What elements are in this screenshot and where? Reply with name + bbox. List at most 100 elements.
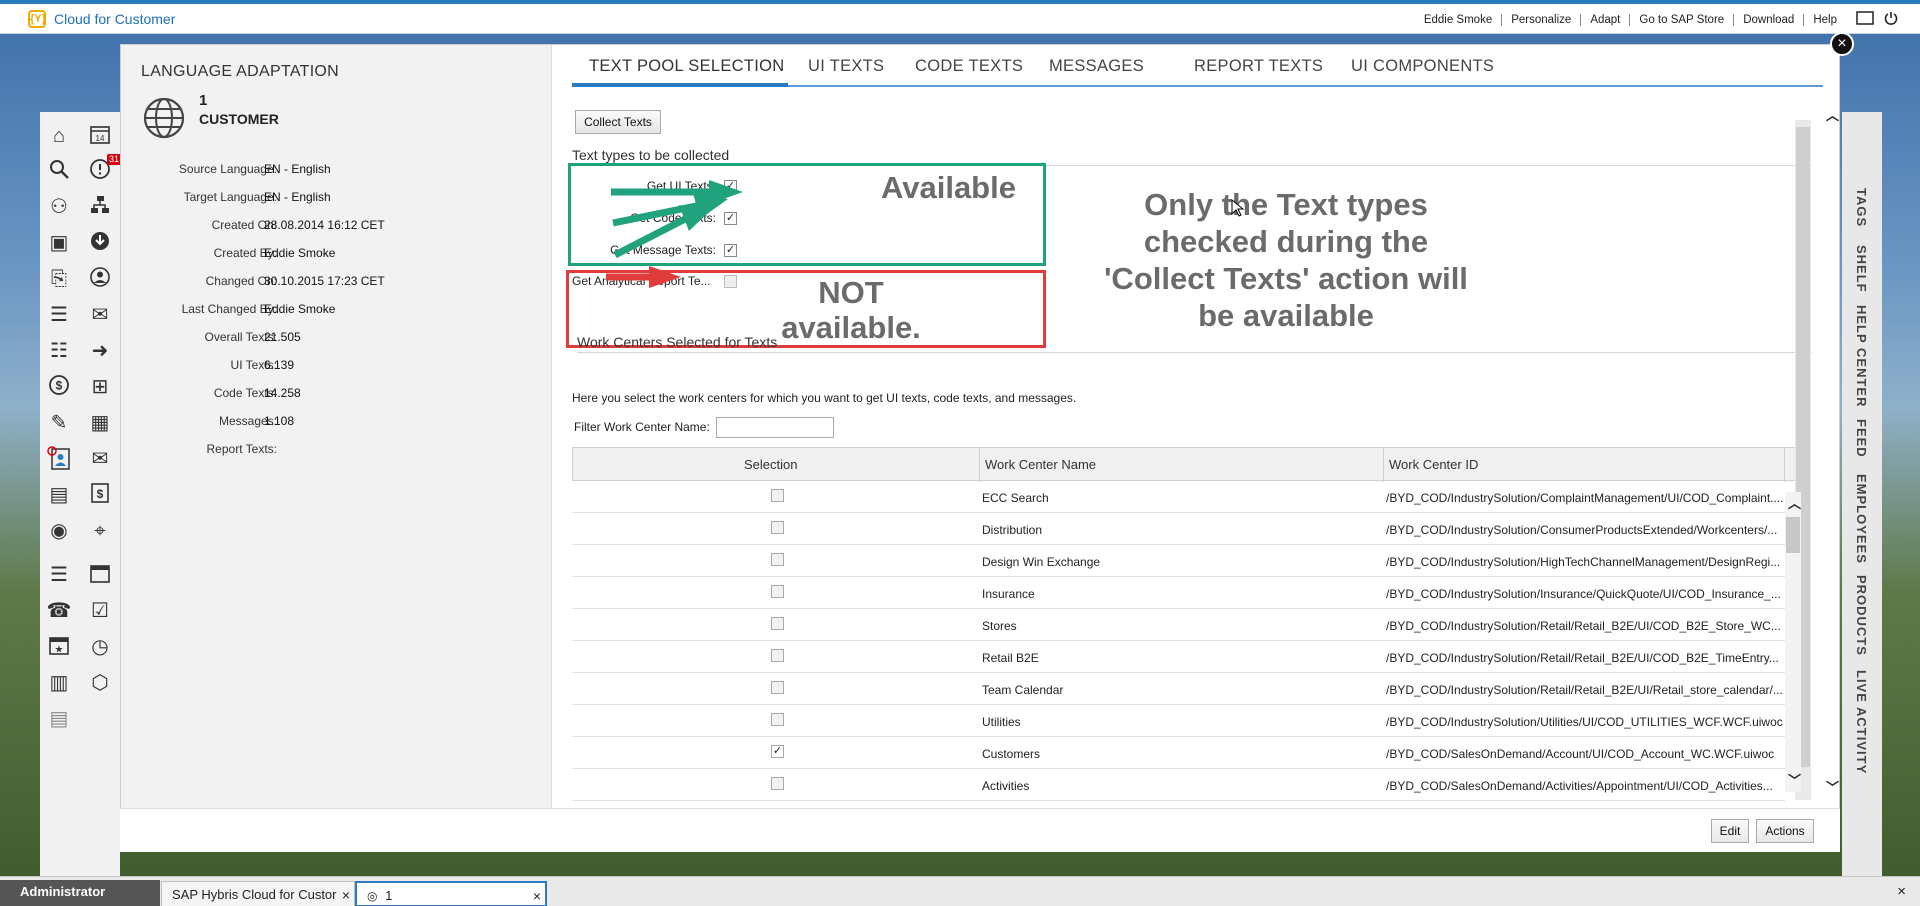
taskbar-tab-language-adaptation[interactable]: ◎ 1 × bbox=[355, 881, 547, 906]
table-scroll-down-icon[interactable]: ﹀ bbox=[1788, 770, 1801, 789]
payment-icon[interactable]: ➜ bbox=[87, 338, 113, 364]
shelf-employees[interactable]: EMPLOYEES bbox=[1854, 474, 1869, 564]
sap-logo-icon[interactable]: {Y} bbox=[28, 10, 46, 28]
history-icon[interactable]: ◷ bbox=[87, 634, 113, 660]
clipboard-icon[interactable]: ▥ bbox=[46, 670, 72, 696]
help-link[interactable]: Help bbox=[1804, 14, 1846, 26]
user-circle-icon[interactable] bbox=[87, 266, 113, 292]
window-icon[interactable] bbox=[1856, 11, 1874, 28]
table-row[interactable]: Insurance/BYD_COD/IndustrySolution/Insur… bbox=[572, 577, 1785, 609]
row-select-checkbox[interactable] bbox=[771, 617, 784, 630]
tab-code-texts[interactable]: CODE TEXTS bbox=[915, 57, 1023, 76]
close-tab-icon[interactable]: × bbox=[342, 887, 350, 903]
row-select-checkbox[interactable] bbox=[771, 649, 784, 662]
filter-work-center-input[interactable] bbox=[716, 417, 834, 438]
download-link[interactable]: Download bbox=[1734, 13, 1805, 26]
work-center-id: /BYD_COD/IndustrySolution/ConsumerProduc… bbox=[1386, 523, 1778, 537]
notebook-icon[interactable]: ▤ bbox=[46, 482, 72, 508]
power-icon[interactable] bbox=[1884, 11, 1898, 28]
row-select-checkbox[interactable]: ✓ bbox=[771, 745, 784, 758]
shelf-shelf[interactable]: SHELF bbox=[1854, 245, 1869, 293]
close-tab-icon[interactable]: × bbox=[533, 888, 541, 904]
table-scroll-up-icon[interactable]: ︿ bbox=[1788, 493, 1801, 512]
tab-messages[interactable]: MESSAGES bbox=[1049, 57, 1144, 76]
close-dialog-icon[interactable]: × bbox=[1830, 32, 1854, 56]
calendar-star-icon[interactable]: ★ bbox=[46, 634, 72, 660]
table-scrollbar-thumb[interactable] bbox=[1786, 517, 1800, 553]
document-search-icon[interactable]: ⎘ bbox=[46, 266, 72, 292]
column-work-center-id[interactable]: Work Center ID bbox=[1389, 457, 1478, 472]
list-icon[interactable]: ☰ bbox=[46, 562, 72, 588]
table-row[interactable]: Utilities/BYD_COD/IndustrySolution/Utili… bbox=[572, 705, 1785, 737]
table-row[interactable]: Team Calendar/BYD_COD/IndustrySolution/R… bbox=[572, 673, 1785, 705]
app-title[interactable]: Cloud for Customer bbox=[54, 11, 175, 27]
actions-button[interactable]: Actions bbox=[1756, 819, 1814, 843]
phone-icon[interactable]: ☎ bbox=[46, 598, 72, 624]
table-row[interactable]: ✓ Customers/BYD_COD/SalesOnDemand/Account… bbox=[572, 737, 1785, 769]
document-edit-icon[interactable]: ✎ bbox=[46, 410, 72, 436]
table-row[interactable]: Stores/BYD_COD/IndustrySolution/Retail/R… bbox=[572, 609, 1785, 641]
globe-arrow-icon[interactable]: ◉ bbox=[46, 518, 72, 544]
shelf-help-center[interactable]: HELP CENTER bbox=[1854, 305, 1869, 408]
taskbar-tab-cloud-for-customer[interactable]: SAP Hybris Cloud for Custor × bbox=[161, 881, 355, 906]
org-chart-icon[interactable] bbox=[87, 194, 113, 220]
download-icon[interactable] bbox=[87, 230, 113, 256]
content-scroll-up-icon[interactable]: ︿ bbox=[1826, 105, 1839, 124]
calendar-icon[interactable]: 14 bbox=[87, 123, 113, 149]
sap-store-link[interactable]: Go to SAP Store bbox=[1630, 13, 1735, 26]
user-list-icon[interactable]: ☰ bbox=[46, 302, 72, 328]
money-icon[interactable]: $ bbox=[46, 374, 72, 400]
clipboard-check-icon[interactable]: ☑ bbox=[87, 598, 113, 624]
person-chart-icon[interactable]: ⊞ bbox=[87, 374, 113, 400]
mail-icon[interactable]: ✉ bbox=[87, 302, 113, 328]
tab-ui-components[interactable]: UI COMPONENTS bbox=[1351, 57, 1494, 76]
user-role-label[interactable]: Administrator bbox=[0, 880, 160, 906]
row-select-checkbox[interactable] bbox=[771, 489, 784, 502]
adapt-link[interactable]: Adapt bbox=[1581, 13, 1631, 26]
alert-icon[interactable]: 31 bbox=[87, 154, 121, 184]
shelf-products[interactable]: PRODUCTS bbox=[1854, 575, 1869, 656]
map-pin-icon[interactable]: ⌖ bbox=[87, 518, 113, 544]
table-row[interactable]: Retail B2E/BYD_COD/IndustrySolution/Reta… bbox=[572, 641, 1785, 673]
user-name-link[interactable]: Eddie Smoke bbox=[1415, 13, 1503, 26]
personalize-link[interactable]: Personalize bbox=[1502, 13, 1582, 26]
shelf-live-activity[interactable]: LIVE ACTIVITY bbox=[1854, 670, 1869, 774]
close-all-icon[interactable]: × bbox=[1897, 883, 1906, 900]
search-icon[interactable] bbox=[46, 158, 72, 184]
customer-card-icon[interactable] bbox=[46, 446, 72, 472]
row-select-checkbox[interactable] bbox=[771, 553, 784, 566]
row-select-checkbox[interactable] bbox=[771, 777, 784, 790]
table-row[interactable]: Design Win Exchange/BYD_COD/IndustrySolu… bbox=[572, 545, 1785, 577]
invoice-icon[interactable]: $ bbox=[87, 482, 113, 508]
mouse-cursor-icon bbox=[1231, 199, 1245, 217]
shelf-feed[interactable]: FEED bbox=[1854, 419, 1869, 458]
table-row[interactable]: Distribution/BYD_COD/IndustrySolution/Co… bbox=[572, 513, 1785, 545]
tab-report-texts[interactable]: REPORT TEXTS bbox=[1194, 57, 1323, 76]
box-icon[interactable]: ▣ bbox=[46, 230, 72, 256]
calendar-blank-icon[interactable] bbox=[87, 562, 113, 588]
tab-ui-texts[interactable]: UI TEXTS bbox=[808, 57, 884, 76]
task-list-icon[interactable]: ☷ bbox=[46, 338, 72, 364]
table-row[interactable]: ECC Search/BYD_COD/IndustrySolution/Comp… bbox=[572, 481, 1785, 513]
taskbar: Administrator SAP Hybris Cloud for Custo… bbox=[0, 876, 1920, 906]
documents-icon[interactable]: ▤ bbox=[46, 706, 72, 732]
table-clock-icon[interactable]: ▦ bbox=[87, 410, 113, 436]
tab-text-pool-selection[interactable]: TEXT POOL SELECTION bbox=[589, 57, 785, 76]
row-select-checkbox[interactable] bbox=[771, 521, 784, 534]
content-scroll-down-icon[interactable]: ﹀ bbox=[1826, 777, 1839, 796]
row-select-checkbox[interactable] bbox=[771, 713, 784, 726]
hierarchy-people-icon[interactable]: ⚇ bbox=[46, 194, 72, 220]
collect-texts-button[interactable]: Collect Texts bbox=[575, 110, 661, 134]
row-select-checkbox[interactable] bbox=[771, 681, 784, 694]
chat-dollar-icon[interactable]: ✉ bbox=[87, 446, 113, 472]
edit-button[interactable]: Edit bbox=[1711, 819, 1749, 843]
row-select-checkbox[interactable] bbox=[771, 585, 784, 598]
home-icon[interactable]: ⌂ bbox=[46, 123, 72, 149]
column-selection[interactable]: Selection bbox=[744, 457, 797, 472]
table-row[interactable]: Activities/BYD_COD/SalesOnDemand/Activit… bbox=[572, 769, 1785, 801]
shelf-tags[interactable]: TAGS bbox=[1854, 188, 1869, 227]
info-field-value: 28.08.2014 16:12 CET bbox=[264, 218, 385, 232]
cube-icon[interactable]: ⬡ bbox=[87, 670, 113, 696]
column-work-center-name[interactable]: Work Center Name bbox=[985, 457, 1096, 472]
info-field-value: 21.505 bbox=[264, 330, 301, 344]
